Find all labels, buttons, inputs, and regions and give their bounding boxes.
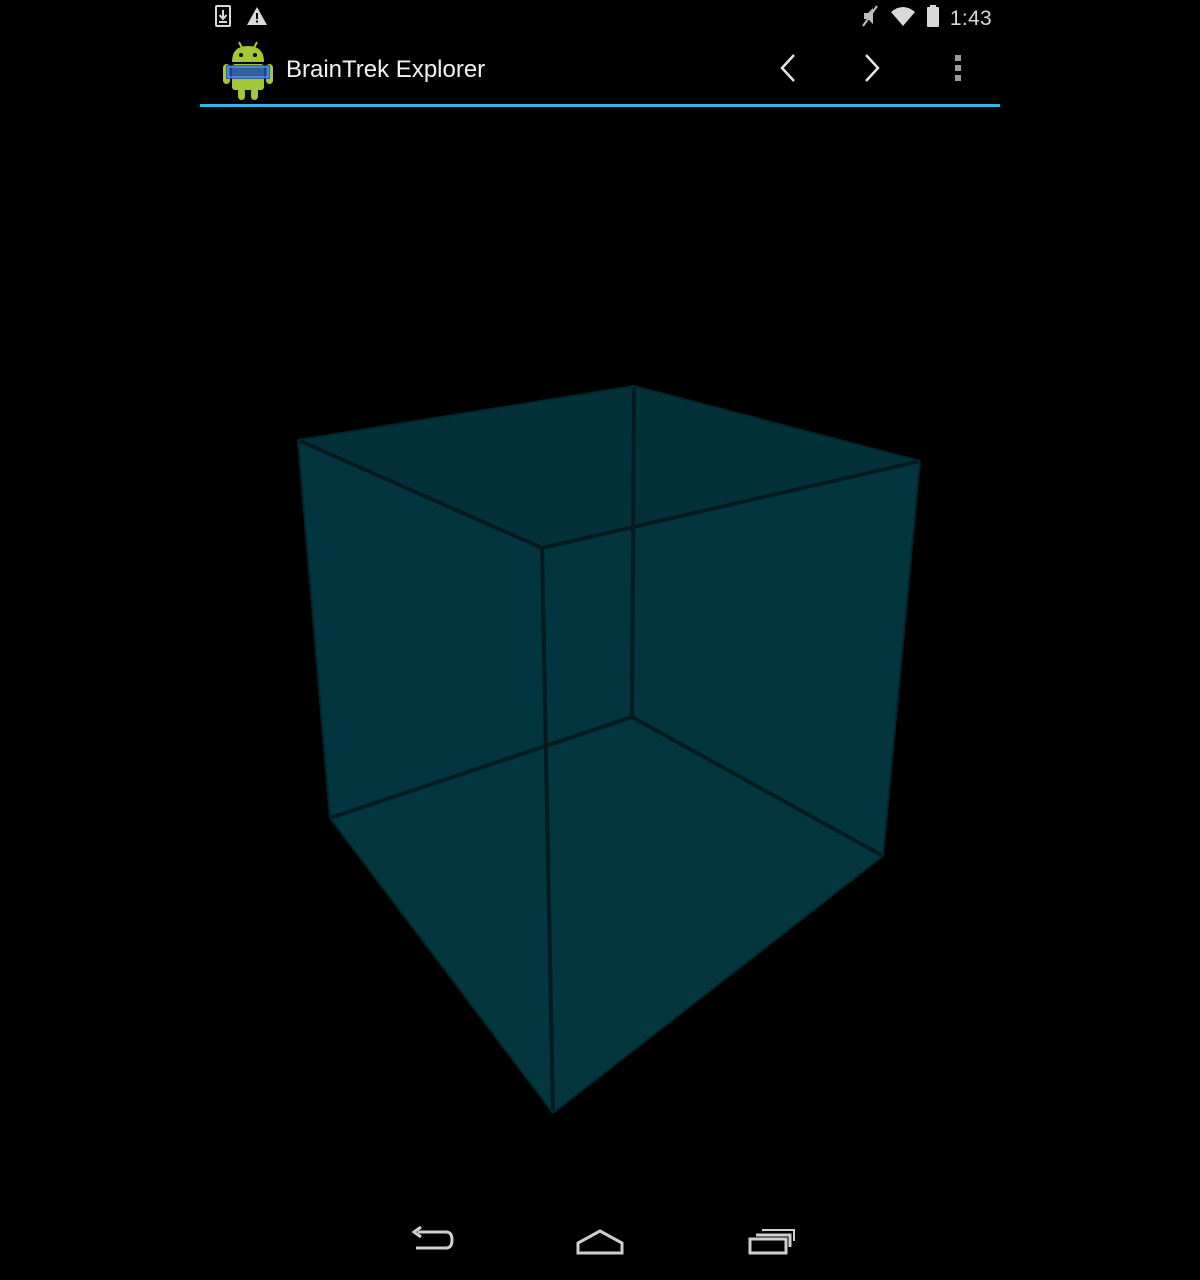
wifi-icon [890, 5, 916, 32]
next-button[interactable] [850, 48, 894, 92]
home-icon [575, 1227, 625, 1260]
device-screen: 1:43 BrainTrek Explorer [200, 0, 1000, 1280]
overflow-menu-icon [953, 52, 963, 89]
home-button[interactable] [560, 1218, 640, 1268]
screen: 1:43 BrainTrek Explorer [0, 0, 1200, 1280]
status-notifications [214, 5, 268, 32]
warning-icon [246, 6, 268, 31]
3d-viewport[interactable] [200, 107, 1000, 1200]
overflow-menu-button[interactable] [936, 48, 980, 92]
battery-icon [926, 4, 940, 33]
chevron-right-icon [860, 52, 884, 89]
recents-button[interactable] [732, 1218, 812, 1268]
action-bar: BrainTrek Explorer [200, 34, 1000, 104]
download-icon [214, 5, 232, 32]
mute-icon [860, 4, 880, 33]
back-button[interactable] [390, 1218, 470, 1268]
back-icon [406, 1225, 454, 1261]
status-system: 1:43 [860, 4, 992, 33]
chevron-left-icon [776, 52, 800, 89]
system-nav-bar [200, 1200, 1000, 1280]
status-time: 1:43 [949, 6, 992, 30]
app-title: BrainTrek Explorer [286, 56, 486, 83]
android-app-icon[interactable] [220, 38, 276, 102]
cube-render [297, 385, 921, 1114]
status-bar: 1:43 [200, 0, 1000, 35]
previous-button[interactable] [766, 48, 810, 92]
recents-icon [748, 1227, 796, 1260]
